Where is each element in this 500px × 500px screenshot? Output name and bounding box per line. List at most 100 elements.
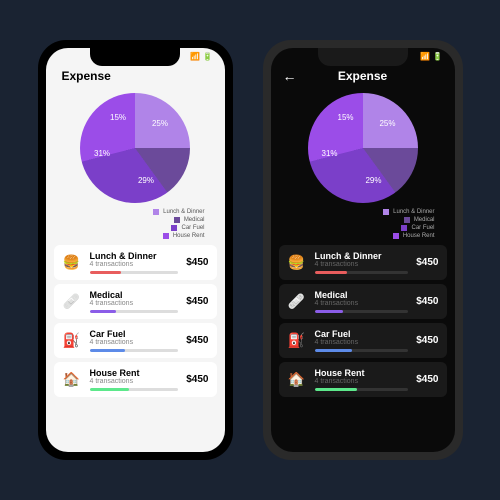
legend-swatch: [171, 225, 177, 231]
pie-chart: 25% 15% 31% 29%: [271, 89, 455, 207]
category-sub: 4 transactions: [90, 339, 179, 346]
status-icons: 📶 🔋: [420, 52, 442, 61]
legend-swatch: [163, 233, 169, 239]
category-item[interactable]: ⛽Car Fuel4 transactions$450: [279, 323, 447, 358]
page-title: Expense: [283, 69, 443, 83]
pie-label-29: 29%: [138, 176, 154, 185]
item-body: House Rent4 transactions: [315, 368, 409, 391]
item-body: Car Fuel4 transactions: [315, 329, 409, 352]
legend-item: Lunch & Dinner: [153, 209, 204, 215]
phone-dark-mode: 📶 🔋 ← Expense 25% 15% 31% 29% Lunch & Di…: [263, 40, 463, 460]
progress-fill: [90, 310, 117, 313]
category-sub: 4 transactions: [315, 300, 409, 307]
category-sub: 4 transactions: [315, 339, 409, 346]
category-sub: 4 transactions: [90, 261, 179, 268]
house-icon: 🏠: [62, 370, 82, 390]
legend-label: Medical: [184, 217, 205, 223]
item-body: Medical4 transactions: [315, 290, 409, 313]
house-icon: 🏠: [287, 370, 307, 390]
progress-bar: [315, 271, 409, 274]
legend-swatch: [153, 209, 159, 215]
legend-label: Lunch & Dinner: [393, 209, 434, 215]
fuel-icon: ⛽: [62, 331, 82, 351]
item-body: House Rent4 transactions: [90, 368, 179, 391]
progress-fill: [90, 349, 126, 352]
pie-label-25: 25%: [152, 119, 168, 128]
item-body: Car Fuel4 transactions: [90, 329, 179, 352]
legend-label: Lunch & Dinner: [163, 209, 204, 215]
legend-swatch: [174, 217, 180, 223]
category-list: 🍔 Lunch & Dinner4 transactions $450 🩹 Medica…: [46, 245, 225, 452]
pie-label-25: 25%: [379, 119, 395, 128]
phone-light-mode: 📶 🔋 Expense 25% 15% 31% 29% Lunch & Dinn…: [38, 40, 233, 460]
pie-wrap: 25% 15% 31% 29%: [80, 93, 190, 203]
legend-swatch: [404, 217, 410, 223]
category-item[interactable]: 🍔 Lunch & Dinner4 transactions $450: [279, 245, 447, 280]
legend-label: Car Fuel: [181, 225, 204, 231]
category-item[interactable]: 🏠House Rent4 transactions$450: [279, 362, 447, 397]
notch: [318, 48, 408, 66]
page-title: Expense: [58, 69, 213, 83]
legend-swatch: [383, 209, 389, 215]
legend-label: Medical: [414, 217, 435, 223]
category-sub: 4 transactions: [90, 300, 179, 307]
category-name: Medical: [315, 290, 409, 300]
item-body: Lunch & Dinner4 transactions: [315, 251, 409, 274]
legend-item: House Rent: [393, 233, 435, 239]
screen: 📶 🔋 ← Expense 25% 15% 31% 29% Lunch & Di…: [271, 48, 455, 452]
progress-fill: [315, 271, 348, 274]
back-button[interactable]: ←: [283, 68, 297, 84]
progress-bar: [90, 310, 179, 313]
category-amount: $450: [186, 296, 208, 307]
progress-bar: [315, 349, 409, 352]
progress-bar: [90, 388, 179, 391]
category-item[interactable]: 🩹 Medical4 transactions $450: [279, 284, 447, 319]
category-sub: 4 transactions: [90, 378, 179, 385]
burger-icon: 🍔: [62, 253, 82, 273]
legend-item: Lunch & Dinner: [383, 209, 434, 215]
category-name: Medical: [90, 290, 179, 300]
category-amount: $450: [416, 296, 438, 307]
legend-item: House Rent: [163, 233, 205, 239]
pie: [80, 93, 190, 203]
legend-item: Medical: [174, 217, 205, 223]
pie-label-31: 31%: [94, 149, 110, 158]
category-item[interactable]: 🏠 House Rent4 transactions $450: [54, 362, 217, 397]
category-item[interactable]: 🩹 Medical4 transactions $450: [54, 284, 217, 319]
progress-bar: [90, 349, 179, 352]
category-item[interactable]: ⛽Car Fuel4 transactions$450: [54, 323, 217, 358]
progress-bar: [90, 271, 179, 274]
category-name: House Rent: [315, 368, 409, 378]
category-amount: $450: [416, 257, 438, 268]
category-list: 🍔 Lunch & Dinner4 transactions $450 🩹 Medica…: [271, 245, 455, 452]
notch: [90, 48, 180, 66]
header: Expense: [46, 63, 225, 89]
pie-label-15: 15%: [338, 113, 354, 122]
category-amount: $450: [416, 335, 438, 346]
item-body: Lunch & Dinner4 transactions: [90, 251, 179, 274]
category-sub: 4 transactions: [315, 261, 409, 268]
category-amount: $450: [186, 257, 208, 268]
progress-bar: [315, 310, 409, 313]
category-name: Car Fuel: [90, 329, 179, 339]
pie-label-31: 31%: [322, 149, 338, 158]
category-sub: 4 transactions: [315, 378, 409, 385]
medkit-icon: 🩹: [287, 292, 307, 312]
header: ← Expense: [271, 63, 455, 89]
category-item[interactable]: 🍔 Lunch & Dinner4 transactions $450: [54, 245, 217, 280]
legend-swatch: [401, 225, 407, 231]
burger-icon: 🍔: [287, 253, 307, 273]
legend-label: House Rent: [173, 233, 205, 239]
progress-fill: [90, 271, 121, 274]
legend: Lunch & Dinner Medical Car Fuel House Rent: [271, 207, 455, 245]
legend-label: Car Fuel: [411, 225, 434, 231]
legend-label: House Rent: [403, 233, 435, 239]
pie-label-15: 15%: [110, 113, 126, 122]
legend-item: Car Fuel: [401, 225, 434, 231]
category-amount: $450: [186, 374, 208, 385]
progress-fill: [315, 388, 357, 391]
status-icons: 📶 🔋: [190, 52, 212, 61]
progress-fill: [90, 388, 130, 391]
pie: [308, 93, 418, 203]
medkit-icon: 🩹: [62, 292, 82, 312]
